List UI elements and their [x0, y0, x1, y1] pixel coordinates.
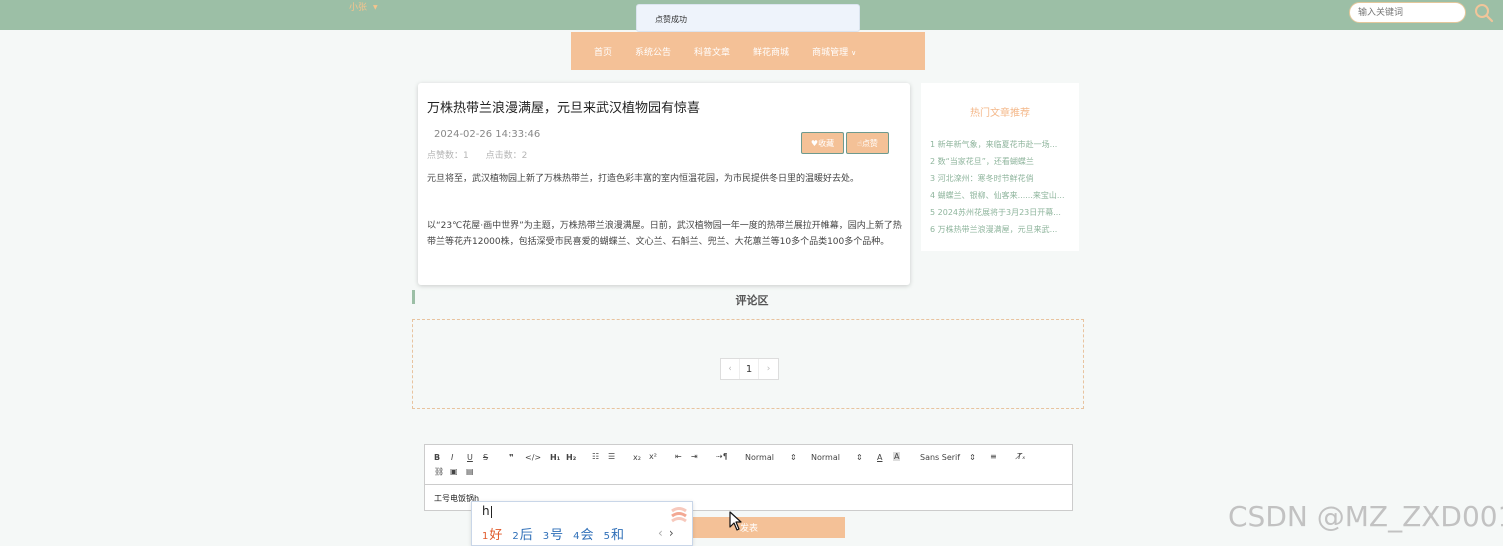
ime-candidate[interactable]: 4会: [573, 524, 593, 543]
like-button[interactable]: ☝ 点赞: [846, 132, 889, 154]
blockquote-icon[interactable]: ❞: [509, 453, 514, 462]
header-value: Normal: [811, 453, 840, 462]
code-icon[interactable]: </>: [525, 453, 541, 462]
bullet-list-icon[interactable]: ☰: [608, 452, 615, 461]
text-direction-icon[interactable]: ⇢¶: [716, 452, 728, 461]
ime-page-nav: ‹ ›: [658, 526, 674, 540]
video-icon[interactable]: ▤: [466, 467, 474, 476]
pager-next-button[interactable]: ›: [759, 359, 778, 379]
comment-list: ‹ 1 ›: [412, 319, 1084, 409]
ime-prev-icon[interactable]: ‹: [658, 526, 663, 540]
hot-article-link[interactable]: 4 蝴蝶兰、银柳、仙客来......来宝山...: [930, 190, 1072, 207]
ime-candidate[interactable]: 2后: [512, 524, 532, 543]
font-family-value: Sans Serif: [920, 453, 961, 462]
favorite-label: 收藏: [818, 138, 835, 148]
article-paragraph: 以“23℃花屋·画中世界”为主题，万株热带兰浪漫满屋。日前，武汉植物园一年一度的…: [427, 221, 902, 247]
ime-candidate[interactable]: 5和: [604, 524, 624, 543]
search-icon[interactable]: [1474, 3, 1494, 23]
select-arrows-icon: ⇕: [969, 453, 976, 462]
nav-item-home[interactable]: 首页: [594, 45, 612, 58]
outdent-icon[interactable]: ⇤: [675, 452, 682, 461]
font-size-select[interactable]: Normal ⇕: [745, 453, 797, 462]
underline-icon[interactable]: U: [467, 453, 473, 462]
ime-composition: h: [482, 504, 492, 518]
ime-next-icon[interactable]: ›: [669, 526, 674, 540]
hot-article-link[interactable]: 1 新年新气象，来临夏花市赴一场...: [930, 139, 1072, 156]
hot-article-link[interactable]: 6 万株热带兰浪漫满屋，元旦来武...: [930, 224, 1072, 241]
bold-icon[interactable]: B: [434, 453, 440, 462]
editor-toolbar: B I U S ❞ </> H₁ H₂ ☷ ☰ x₂ x² ⇤ ⇥ ⇢¶ Nor…: [425, 445, 1072, 485]
ime-candidate-window: h 1好 2后 3号 4会 5和 ‹ ›: [471, 501, 693, 546]
clicks-count: 点击数：2: [485, 151, 528, 161]
hot-articles-panel: 热门文章推荐 1 新年新气象，来临夏花市赴一场... 2 数“当家花旦”，还看蝴…: [921, 83, 1079, 251]
article-stats: 点赞数：1 点击数：2: [427, 148, 541, 161]
watermark: CSDN @MZ_ZXD001: [1228, 500, 1503, 533]
user-menu[interactable]: 小张 ▼: [349, 0, 378, 13]
main-nav: 首页 系统公告 科普文章 鲜花商城 商城管理 ∨: [571, 32, 925, 70]
likes-count: 点赞数：1: [427, 151, 469, 161]
nav-item-shop-admin-label: 商城管理: [812, 47, 849, 58]
pager-prev-button[interactable]: ‹: [721, 359, 740, 379]
nav-item-articles[interactable]: 科普文章: [694, 45, 730, 58]
pagination: ‹ 1 ›: [720, 358, 779, 380]
nav-item-shop-admin[interactable]: 商城管理 ∨: [812, 45, 856, 58]
heading1-icon[interactable]: H₁: [550, 453, 560, 462]
article-title: 万株热带兰浪漫满屋，元旦来武汉植物园有惊喜: [427, 101, 701, 116]
hot-articles-title: 热门文章推荐: [970, 108, 1030, 119]
favorite-button[interactable]: ♥ 收藏: [801, 132, 844, 154]
comment-section-title: 评论区: [735, 294, 769, 307]
article-date: 2024-02-26 14:33:46: [434, 129, 541, 140]
indent-icon[interactable]: ⇥: [691, 452, 698, 461]
article-card: 万株热带兰浪漫满屋，元旦来武汉植物园有惊喜 2024-02-26 14:33:4…: [418, 83, 910, 285]
nav-item-notices[interactable]: 系统公告: [635, 45, 671, 58]
ime-candidate[interactable]: 1好: [482, 524, 502, 543]
align-icon[interactable]: ≡: [990, 452, 997, 461]
ime-composition-text: h: [482, 504, 490, 518]
hot-articles-list: 1 新年新气象，来临夏花市赴一场... 2 数“当家花旦”，还看蝴蝶兰 3 河北…: [930, 139, 1072, 241]
font-family-select[interactable]: Sans Serif ⇕: [920, 453, 976, 462]
ordered-list-icon[interactable]: ☷: [592, 452, 599, 461]
ime-candidate[interactable]: 3号: [543, 524, 563, 543]
image-icon[interactable]: ▣: [450, 467, 458, 476]
nav-item-shop[interactable]: 鲜花商城: [753, 45, 789, 58]
header-select[interactable]: Normal ⇕: [811, 453, 863, 462]
link-icon[interactable]: ⛓: [434, 467, 444, 476]
ime-candidates: 1好 2后 3号 4会 5和: [482, 524, 634, 543]
background-color-icon[interactable]: A: [893, 452, 901, 461]
strike-icon[interactable]: S: [483, 453, 488, 462]
pager-page-button[interactable]: 1: [740, 359, 759, 379]
caret-down-icon: ▼: [373, 4, 378, 11]
like-label: 点赞: [861, 138, 878, 148]
hot-article-link[interactable]: 2 数“当家花旦”，还看蝴蝶兰: [930, 156, 1072, 173]
hot-article-link[interactable]: 3 河北滦州：寒冬时节鲜花俏: [930, 173, 1072, 190]
select-arrows-icon: ⇕: [789, 453, 797, 462]
ime-logo-icon: [668, 505, 690, 525]
heading2-icon[interactable]: H₂: [566, 453, 576, 462]
clear-format-icon[interactable]: T̸ₓ: [1017, 452, 1025, 461]
article-paragraph: 元旦将至，武汉植物园上新了万株热带兰，打造色彩丰富的室内恒温花园，为市民提供冬日…: [427, 174, 860, 184]
italic-icon[interactable]: I: [451, 453, 453, 462]
font-size-value: Normal: [745, 453, 774, 462]
select-arrows-icon: ⇕: [855, 453, 863, 462]
toast-message: 点赞成功: [636, 4, 860, 32]
mouse-cursor-icon: [729, 511, 743, 531]
search-input[interactable]: [1349, 2, 1466, 23]
hot-article-link[interactable]: 5 2024苏州花展将于3月23日开幕...: [930, 207, 1072, 224]
subscript-icon[interactable]: x₂: [633, 453, 641, 462]
superscript-icon[interactable]: x²: [649, 452, 657, 461]
chevron-down-icon: ∨: [851, 48, 857, 57]
user-name: 小张: [349, 3, 368, 13]
text-color-icon[interactable]: A: [877, 453, 882, 462]
text-caret: [490, 505, 492, 518]
heart-icon: ♥: [810, 138, 819, 148]
